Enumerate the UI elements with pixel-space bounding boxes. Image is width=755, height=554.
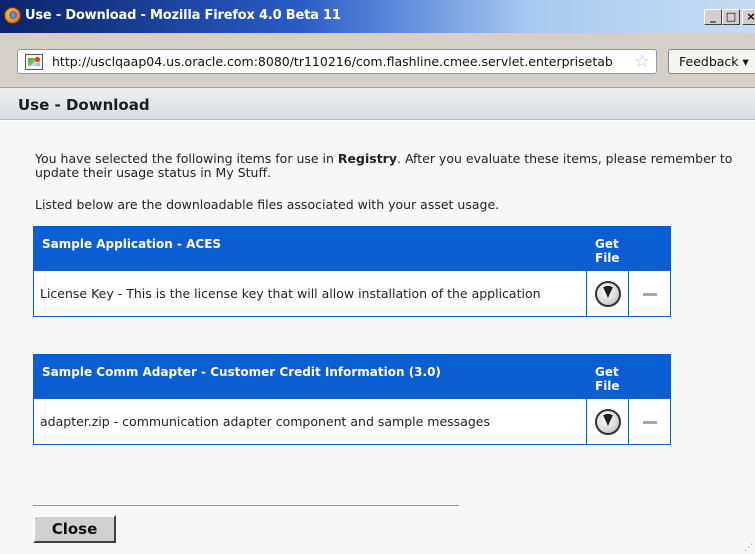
navigation-toolbar: http://usclqaap04.us.oracle.com:8080/tr1… [0, 33, 755, 88]
feedback-button[interactable]: Feedback ▾ [668, 49, 755, 74]
url-text[interactable]: http://usclqaap04.us.oracle.com:8080/tr1… [52, 54, 620, 69]
resize-grip-icon[interactable]: ⋰ [744, 544, 753, 553]
get-file-header: Get File [586, 226, 629, 271]
asset-header-row: Sample Application - ACES Get File [33, 226, 671, 271]
window-close-button[interactable]: × [742, 9, 755, 25]
file-description: adapter.zip - communication adapter comp… [33, 398, 587, 445]
minimize-button[interactable]: _ [704, 9, 722, 25]
close-button[interactable]: Close [33, 515, 116, 543]
remove-icon[interactable] [642, 292, 657, 296]
dropdown-arrow-icon: ▾ [742, 54, 749, 69]
remove-icon[interactable] [642, 420, 657, 424]
page-image-icon [25, 53, 43, 70]
listed-text: Listed below are the downloadable files … [35, 197, 500, 212]
file-row: adapter.zip - communication adapter comp… [33, 398, 671, 445]
bookmark-star-icon[interactable]: ☆ [634, 52, 650, 71]
remove-cell [628, 270, 671, 317]
get-file-header: Get File [586, 354, 629, 399]
download-cell [586, 270, 629, 317]
intro-registry: Registry [337, 151, 397, 166]
feedback-label: Feedback [679, 54, 739, 69]
asset-name: Sample Application - ACES [33, 226, 587, 271]
asset-table: Sample Comm Adapter - Customer Credit In… [33, 354, 671, 445]
asset-table: Sample Application - ACES Get File Licen… [33, 226, 671, 317]
page-header: Use - Download [0, 88, 755, 120]
divider [33, 505, 459, 506]
asset-name: Sample Comm Adapter - Customer Credit In… [33, 354, 587, 399]
intro-before: You have selected the following items fo… [35, 151, 338, 166]
download-icon[interactable] [594, 280, 621, 307]
main-content: You have selected the following items fo… [0, 121, 755, 554]
window-titlebar: Use - Download - Mozilla Firefox 4.0 Bet… [0, 0, 755, 33]
page-title: Use - Download [18, 96, 150, 114]
window-title: Use - Download - Mozilla Firefox 4.0 Bet… [25, 8, 341, 23]
file-description: License Key - This is the license key th… [33, 270, 587, 317]
remove-header [628, 226, 671, 271]
file-row: License Key - This is the license key th… [33, 270, 671, 317]
maximize-button[interactable]: □ [722, 9, 740, 25]
download-cell [586, 398, 629, 445]
download-icon[interactable] [594, 408, 621, 435]
firefox-icon [4, 7, 21, 24]
remove-cell [628, 398, 671, 445]
remove-header [628, 354, 671, 399]
url-bar[interactable]: http://usclqaap04.us.oracle.com:8080/tr1… [17, 49, 657, 74]
intro-text: You have selected the following items fo… [35, 152, 745, 180]
asset-header-row: Sample Comm Adapter - Customer Credit In… [33, 354, 671, 399]
